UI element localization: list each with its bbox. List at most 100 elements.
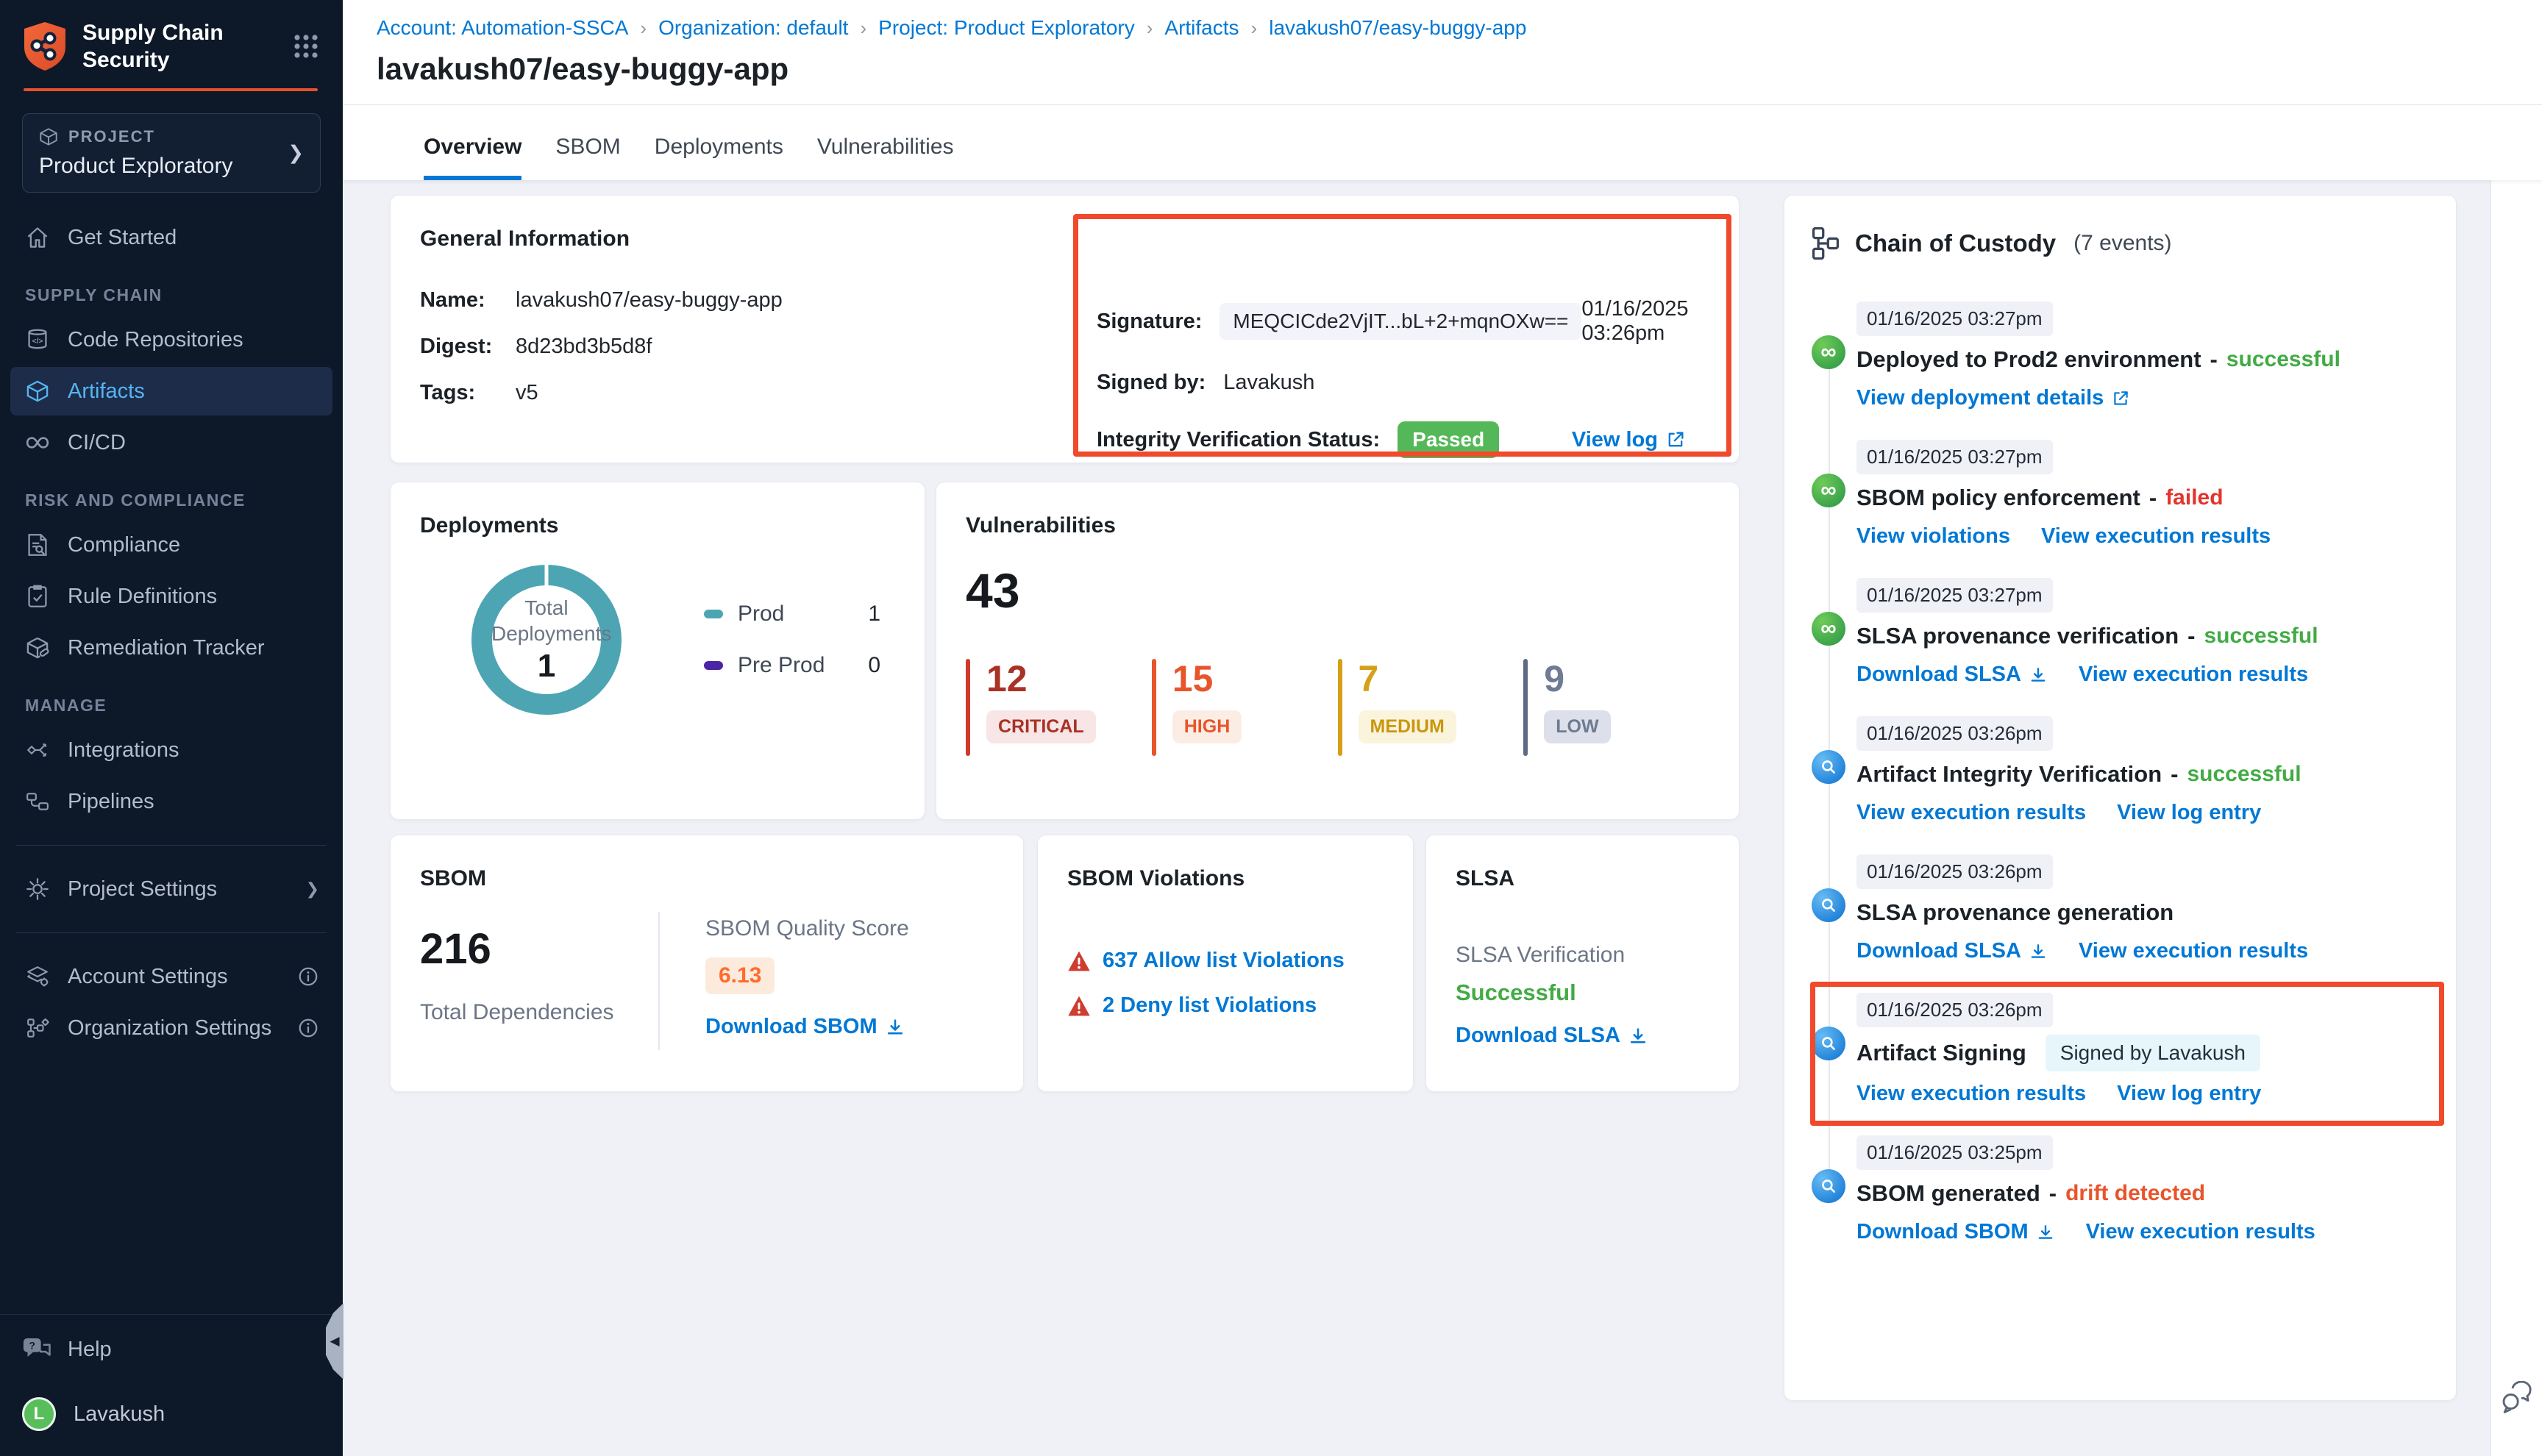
svg-text:</>: </> [32, 338, 43, 346]
breadcrumb-separator: › [640, 17, 647, 40]
tab-bar: Overview SBOM Deployments Vulnerabilitie… [424, 135, 954, 180]
view-execution-results-link[interactable]: View execution results [2079, 663, 2308, 687]
severity-badge: LOW [1544, 710, 1610, 743]
view-violations-link[interactable]: View violations [1856, 524, 2010, 549]
event-timestamp: 01/16/2025 03:26pm [1856, 854, 2053, 889]
view-execution-results-link[interactable]: View execution results [1856, 801, 2086, 825]
slsa-verification-status: Successful [1456, 979, 1709, 1006]
event-timestamp: 01/16/2025 03:26pm [1856, 993, 2053, 1027]
main-area: Account: Automation-SSCA › Organization:… [343, 0, 2542, 1456]
download-slsa-link[interactable]: Download SLSA [1856, 663, 2048, 687]
view-execution-results-link[interactable]: View execution results [1856, 1082, 2086, 1106]
content-area: General Information Name: lavakush07/eas… [343, 180, 2491, 1456]
download-sbom-link[interactable]: Download SBOM [1856, 1220, 2055, 1244]
event-timestamp: 01/16/2025 03:27pm [1856, 301, 2053, 336]
slsa-verification-label: SLSA Verification [1456, 943, 1709, 968]
pipelines-icon [24, 791, 51, 812]
chain-of-custody-panel: Chain of Custody (7 events) 01/16/2025 0… [1784, 195, 2457, 1401]
project-selector[interactable]: PROJECT Product Exploratory ❯ [22, 113, 321, 193]
app-logo-row: Supply Chain Security [0, 0, 343, 88]
code-repository-icon: </> [24, 328, 51, 351]
view-execution-results-link[interactable]: View execution results [2041, 524, 2271, 549]
sidebar-footer: ? Help L Lavakush [0, 1314, 343, 1456]
sidebar-item-organization-settings[interactable]: Organization Settings [10, 1004, 332, 1052]
document-search-icon [24, 533, 51, 557]
download-sbom-link[interactable]: Download SBOM [705, 1015, 905, 1039]
tab-vulnerabilities[interactable]: Vulnerabilities [817, 135, 954, 180]
sidebar-item-integrations[interactable]: Integrations [10, 726, 332, 774]
download-slsa-link[interactable]: Download SLSA [1456, 1024, 1648, 1048]
sidebar-item-project-settings[interactable]: Project Settings ❯ [10, 865, 332, 913]
download-icon [885, 1017, 905, 1038]
help-button[interactable]: ? Help [22, 1337, 321, 1362]
tab-deployments[interactable]: Deployments [655, 135, 783, 180]
download-icon [2029, 665, 2048, 685]
vulnerabilities-total: 43 [966, 566, 1709, 615]
sidebar-item-remediation-tracker[interactable]: Remediation Tracker [10, 624, 332, 672]
sidebar-item-code-repositories[interactable]: </> Code Repositories [10, 315, 332, 364]
external-link-icon [2111, 389, 2130, 408]
card-title: SBOM Violations [1067, 866, 1384, 891]
nav-divider [16, 845, 327, 846]
breadcrumb-organization[interactable]: Organization: default [658, 16, 848, 40]
breadcrumb-current[interactable]: lavakush07/easy-buggy-app [1269, 16, 1526, 40]
view-log-entry-link[interactable]: View log entry [2117, 1082, 2261, 1106]
sidebar-item-account-settings[interactable]: Account Settings [10, 952, 332, 1001]
integrations-icon [24, 740, 51, 760]
vulnerabilities-card: Vulnerabilities 43 12 CRITICAL [936, 482, 1740, 820]
signed-by-value: Lavakush [1223, 371, 1314, 395]
tab-sbom[interactable]: SBOM [555, 135, 620, 180]
sidebar-item-get-started[interactable]: Get Started [10, 213, 332, 262]
breadcrumb-artifacts[interactable]: Artifacts [1164, 16, 1239, 40]
view-execution-results-link[interactable]: View execution results [2079, 939, 2308, 963]
sidebar-item-compliance[interactable]: Compliance [10, 521, 332, 569]
download-slsa-link[interactable]: Download SLSA [1856, 939, 2048, 963]
severity-bar [1152, 659, 1156, 756]
view-log-entry-link[interactable]: View log entry [2117, 801, 2261, 825]
donut-total-value: 1 [538, 648, 555, 685]
view-log-link[interactable]: View log [1572, 428, 1686, 452]
severity-bar [1523, 659, 1528, 756]
user-menu[interactable]: L Lavakush [22, 1397, 321, 1431]
deny-list-violations-link[interactable]: 2 Deny list Violations [1067, 993, 1384, 1018]
allow-list-violations-link[interactable]: 637 Allow list Violations [1067, 949, 1384, 973]
sidebar-item-artifacts[interactable]: Artifacts [10, 367, 332, 415]
home-icon [24, 226, 51, 249]
vertical-divider [658, 912, 660, 1050]
event-deployed-prod2: 01/16/2025 03:27pm ∞ Deployed to Prod2 e… [1811, 301, 2429, 410]
card-title: Deployments [420, 513, 895, 538]
cube-icon [39, 127, 58, 146]
event-sbom-generated: 01/16/2025 03:25pm SBOM generated - drif… [1811, 1135, 2429, 1244]
clipboard-check-icon [24, 585, 51, 608]
event-status: successful [2226, 347, 2340, 372]
module-grid-icon[interactable] [291, 32, 321, 61]
event-artifact-integrity-verification: 01/16/2025 03:26pm Artifact Integrity Ve… [1811, 716, 2429, 825]
signature-value[interactable]: MEQCICde2VjIT...bL+2+mqnOXw== [1220, 303, 1581, 340]
severity-medium: 7 MEDIUM [1338, 659, 1524, 756]
breadcrumb-account[interactable]: Account: Automation-SSCA [377, 16, 628, 40]
severity-breakdown: 12 CRITICAL 15 HIGH [966, 659, 1709, 756]
ssca-module-icon [1812, 888, 1845, 922]
digest-value: 8d23bd3b5d8f [516, 335, 652, 359]
tab-overview[interactable]: Overview [424, 135, 521, 180]
view-execution-results-link[interactable]: View execution results [2086, 1220, 2315, 1244]
card-title: Vulnerabilities [966, 513, 1709, 538]
breadcrumb-project[interactable]: Project: Product Exploratory [878, 16, 1135, 40]
page-header: Account: Automation-SSCA › Organization:… [343, 0, 2542, 180]
status-badge-passed: Passed [1398, 421, 1499, 458]
ssca-module-icon [1812, 1169, 1845, 1203]
digest-label: Digest: [420, 335, 516, 359]
warning-triangle-icon [1067, 950, 1091, 972]
sidebar-item-pipelines[interactable]: Pipelines [10, 777, 332, 826]
app-root: Supply Chain Security PROJECT Product [0, 0, 2542, 1456]
sidebar-item-cicd[interactable]: CI/CD [10, 418, 332, 467]
donut-center-label: Total Deployments [491, 595, 602, 646]
info-icon [297, 966, 319, 988]
sidebar-item-rule-definitions[interactable]: Rule Definitions [10, 572, 332, 621]
name-label: Name: [420, 288, 516, 313]
event-timeline: 01/16/2025 03:27pm ∞ Deployed to Prod2 e… [1811, 301, 2429, 1244]
chat-support-icon[interactable] [2499, 1381, 2535, 1413]
view-deployment-details-link[interactable]: View deployment details [1856, 386, 2130, 410]
deployments-legend: Prod 1 Pre Prod 0 [704, 602, 880, 678]
cd-module-icon: ∞ [1812, 335, 1845, 369]
